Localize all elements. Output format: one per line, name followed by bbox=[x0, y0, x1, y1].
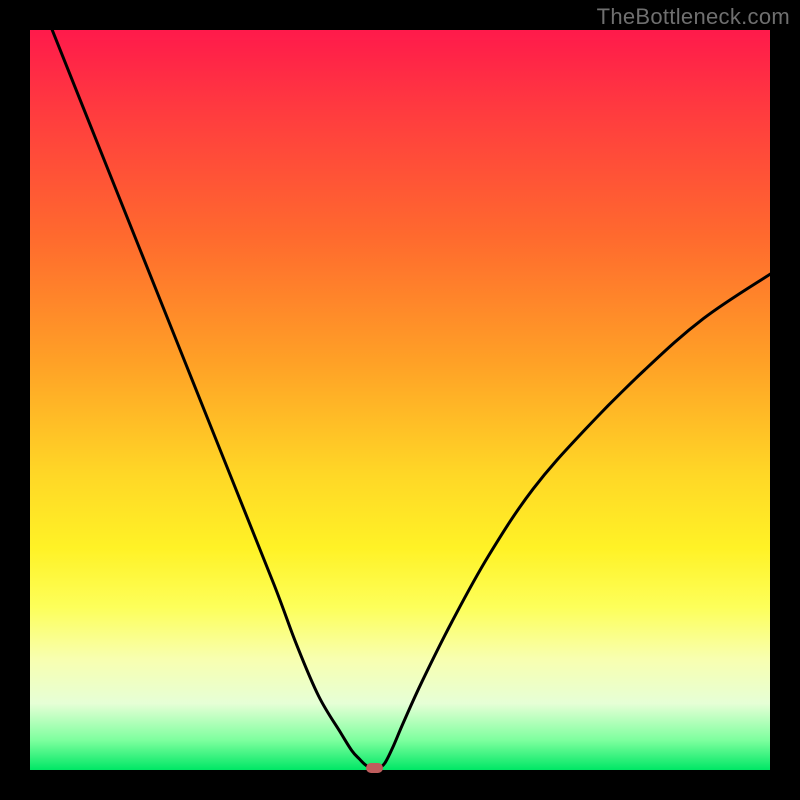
curve-left bbox=[52, 30, 369, 768]
curve-layer bbox=[30, 30, 770, 770]
watermark-text: TheBottleneck.com bbox=[597, 4, 790, 30]
plot-area bbox=[30, 30, 770, 770]
min-marker bbox=[366, 763, 383, 773]
curve-right bbox=[380, 274, 770, 768]
chart-frame: TheBottleneck.com bbox=[0, 0, 800, 800]
